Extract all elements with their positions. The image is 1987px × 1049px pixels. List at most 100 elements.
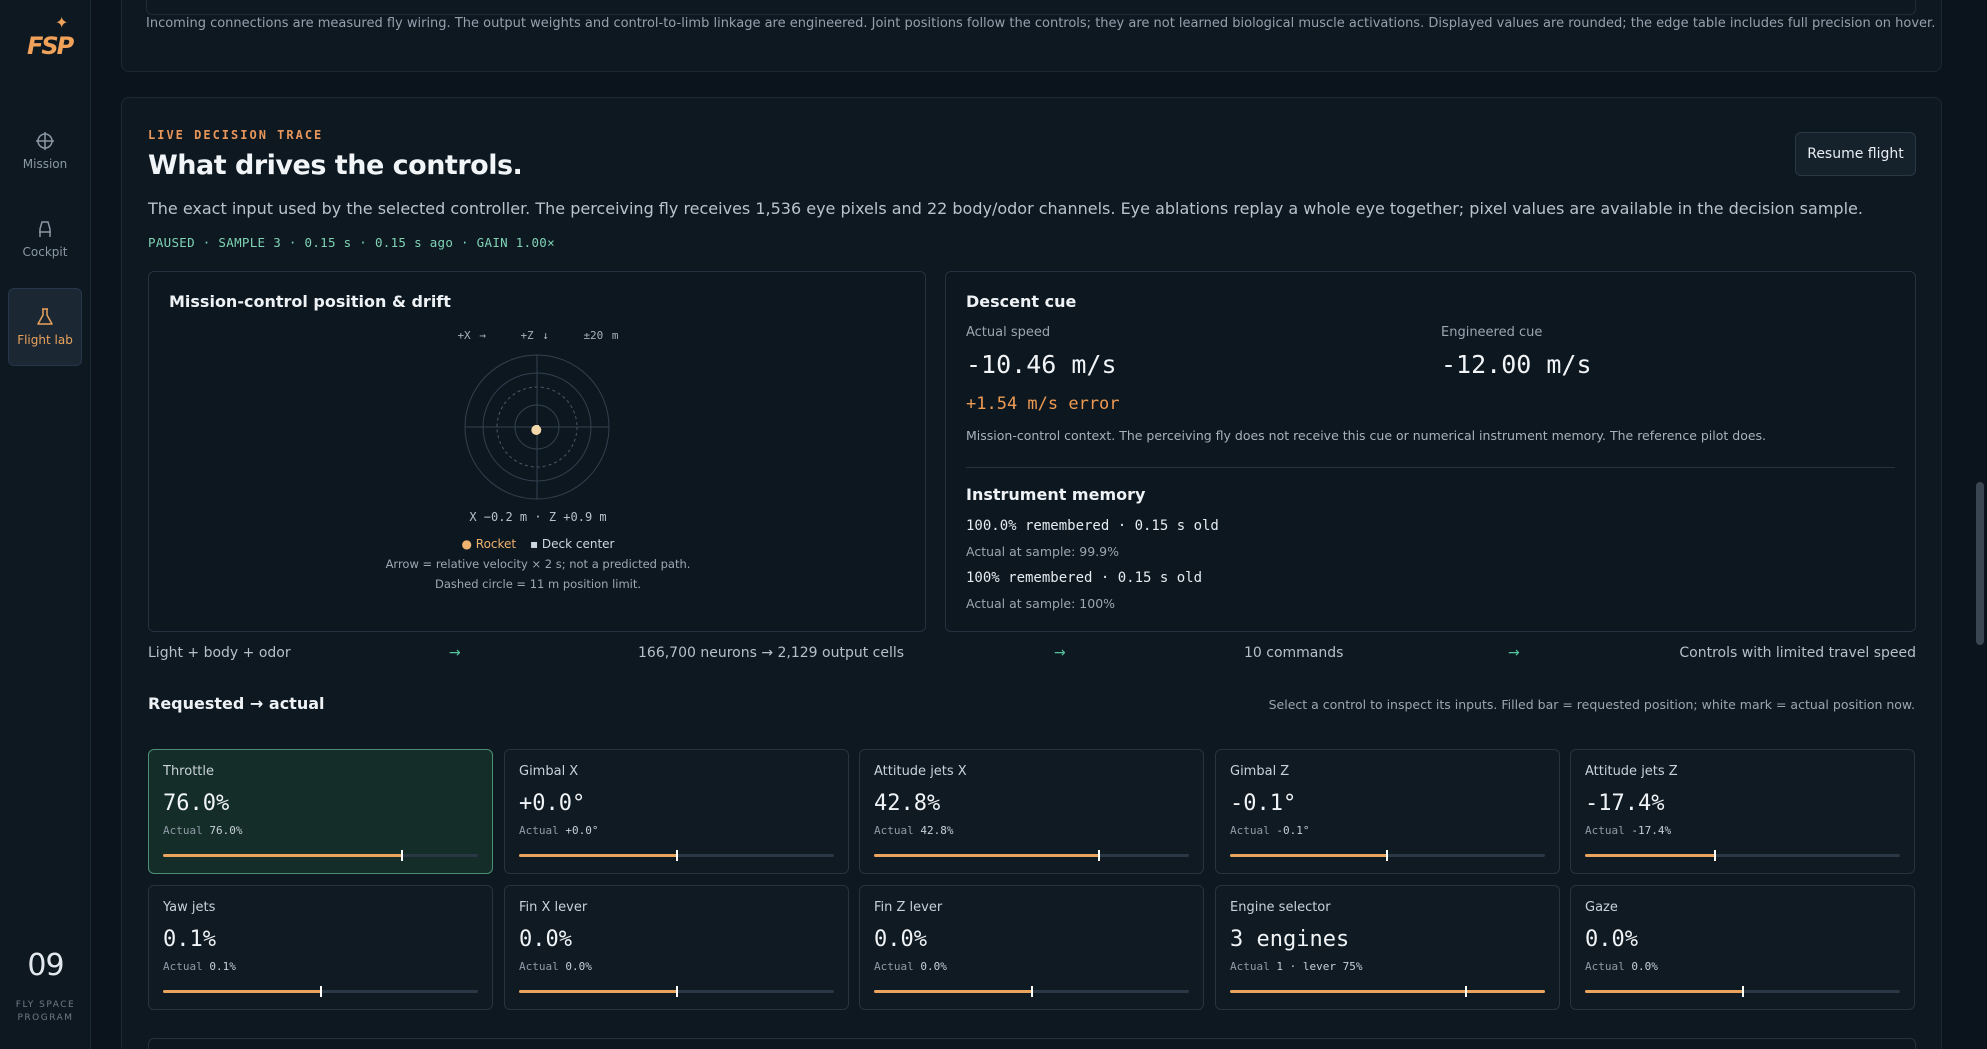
decision-trace-panel: LIVE DECISION TRACE What drives the cont…: [121, 97, 1942, 1049]
actual-prefix: Actual: [874, 824, 914, 837]
position-readout: X −0.2 m · Z +0.9 m: [469, 510, 607, 524]
control-track[interactable]: [1585, 850, 1900, 861]
control-requested-value: +0.0°: [519, 791, 586, 816]
control-track[interactable]: [874, 986, 1189, 997]
control-track[interactable]: [1230, 986, 1545, 997]
control-actual: Actual 76.0%: [163, 824, 243, 837]
mission-control-title: Mission-control position & drift: [169, 292, 451, 311]
actual-prefix: Actual: [519, 960, 559, 973]
control-track[interactable]: [874, 850, 1189, 861]
radar-legend: ● Rocket ▪ Deck center: [149, 537, 927, 551]
seat-icon: [39, 221, 51, 237]
control-requested-value: 76.0%: [163, 791, 230, 816]
control-actual: Actual 0.0%: [519, 960, 592, 973]
actual-prefix: Actual: [1585, 824, 1625, 837]
control-actual: Actual -17.4%: [1585, 824, 1671, 837]
control-track[interactable]: [519, 986, 834, 997]
control-card[interactable]: Fin X lever 0.0% Actual 0.0%: [504, 885, 849, 1010]
pipeline-step-controls: Controls with limited travel speed: [1679, 645, 1916, 661]
control-name: Gimbal Z: [1230, 764, 1290, 779]
control-track[interactable]: [1585, 986, 1900, 997]
actual-speed-value: -10.46 m/s: [966, 350, 1117, 379]
control-track[interactable]: [519, 850, 834, 861]
pipeline-step-neurons: 166,700 neurons → 2,129 output cells: [638, 645, 905, 661]
nav-item-cockpit[interactable]: Cockpit: [8, 201, 82, 279]
page-description: The exact input used by the selected con…: [148, 199, 1863, 218]
scrollbar-thumb[interactable]: [1976, 482, 1984, 645]
crosshair-icon: [36, 132, 54, 150]
control-card[interactable]: Throttle 76.0% Actual 76.0%: [148, 749, 493, 874]
issue-number: 09: [27, 948, 64, 983]
control-actual: Actual 1 · lever 75%: [1230, 960, 1362, 973]
memory-line-2: 100% remembered · 0.15 s old: [966, 570, 1203, 586]
control-card[interactable]: Gimbal X +0.0° Actual +0.0°: [504, 749, 849, 874]
control-card[interactable]: Engine selector 3 engines Actual 1 · lever…: [1215, 885, 1560, 1010]
pipeline-step-input: Light + body + odor: [148, 645, 291, 661]
actual-position-mark: [675, 986, 678, 997]
radar-axes: +X → +Z ↓ ±20 m: [149, 329, 927, 342]
edge-table: [146, 0, 1916, 15]
control-actual-value: 0.0%: [565, 960, 592, 973]
control-actual-value: 0.1%: [209, 960, 236, 973]
control-requested-value: 0.0%: [874, 927, 927, 952]
actual-position-mark: [1714, 850, 1717, 861]
memory-line-1: 100.0% remembered · 0.15 s old: [966, 518, 1219, 534]
control-track[interactable]: [1230, 850, 1545, 861]
range-label: ±20 m: [583, 329, 619, 342]
pipeline-arrow-icon: →: [1054, 645, 1066, 661]
logo[interactable]: ✦ FSP: [27, 13, 74, 61]
control-requested-value: 42.8%: [874, 791, 941, 816]
legend-rocket: ● Rocket: [461, 537, 517, 551]
control-card[interactable]: Fin Z lever 0.0% Actual 0.0%: [859, 885, 1204, 1010]
control-name: Fin X lever: [519, 900, 588, 915]
control-name: Gimbal X: [519, 764, 579, 779]
control-actual-value: 1 · lever 75%: [1276, 960, 1363, 973]
control-requested-value: -0.1°: [1230, 791, 1297, 816]
nav-item-mission[interactable]: Mission: [8, 113, 82, 191]
control-card[interactable]: Yaw jets 0.1% Actual 0.1%: [148, 885, 493, 1010]
control-requested-value: 0.0%: [1585, 927, 1638, 952]
nav-item-flight-lab[interactable]: Flight lab: [8, 288, 82, 366]
engineered-cue-value: -12.00 m/s: [1441, 350, 1592, 379]
control-card[interactable]: Gaze 0.0% Actual 0.0%: [1570, 885, 1915, 1010]
control-track[interactable]: [163, 986, 478, 997]
wiring-note: Incoming connections are measured fly wi…: [146, 16, 1936, 31]
control-track[interactable]: [163, 850, 478, 861]
divider: [966, 467, 1895, 468]
control-card[interactable]: Attitude jets Z -17.4% Actual -17.4%: [1570, 749, 1915, 874]
control-requested-value: 0.1%: [163, 927, 216, 952]
actual-position-mark: [1741, 986, 1744, 997]
speed-error: +1.54 m/s error: [966, 394, 1120, 414]
resume-flight-button[interactable]: Resume flight: [1795, 132, 1916, 176]
axis-z-label: +Z ↓: [520, 329, 549, 342]
control-requested-value: -17.4%: [1585, 791, 1665, 816]
actual-position-mark: [401, 850, 404, 861]
requested-fill: [1585, 990, 1743, 993]
memory-sub-2: Actual at sample: 100%: [966, 596, 1116, 611]
control-card[interactable]: Gimbal Z -0.1° Actual -0.1°: [1215, 749, 1560, 874]
requested-fill: [163, 990, 321, 993]
requested-fill: [1230, 990, 1545, 993]
control-actual: Actual -0.1°: [1230, 824, 1310, 837]
pipeline-step-commands: 10 commands: [1244, 645, 1344, 661]
page-title: What drives the controls.: [148, 150, 523, 181]
flask-icon: [37, 308, 53, 325]
star-icon: ✦: [55, 13, 69, 32]
issue-subtitle: FLY SPACE PROGRAM: [15, 1000, 76, 1023]
wiring-panel: Incoming connections are measured fly wi…: [121, 0, 1942, 72]
actual-speed-label: Actual speed: [966, 325, 1051, 340]
control-card[interactable]: Attitude jets X 42.8% Actual 42.8%: [859, 749, 1204, 874]
control-actual: Actual 0.0%: [874, 960, 947, 973]
control-actual-value: 0.0%: [1631, 960, 1658, 973]
nav-label-flight-lab: Flight lab: [17, 333, 73, 347]
status-line: PAUSED · SAMPLE 3 · 0.15 s · 0.15 s ago …: [148, 235, 555, 250]
actual-position-mark: [1386, 850, 1389, 861]
control-name: Engine selector: [1230, 900, 1331, 915]
control-actual: Actual 0.1%: [163, 960, 236, 973]
mission-control-card: Mission-control position & drift +X → +Z…: [148, 271, 926, 632]
requested-fill: [874, 990, 1032, 993]
control-actual: Actual 42.8%: [874, 824, 954, 837]
control-name: Yaw jets: [163, 900, 216, 915]
legend-deck: ▪ Deck center: [529, 537, 615, 551]
actual-position-mark: [1030, 986, 1033, 997]
